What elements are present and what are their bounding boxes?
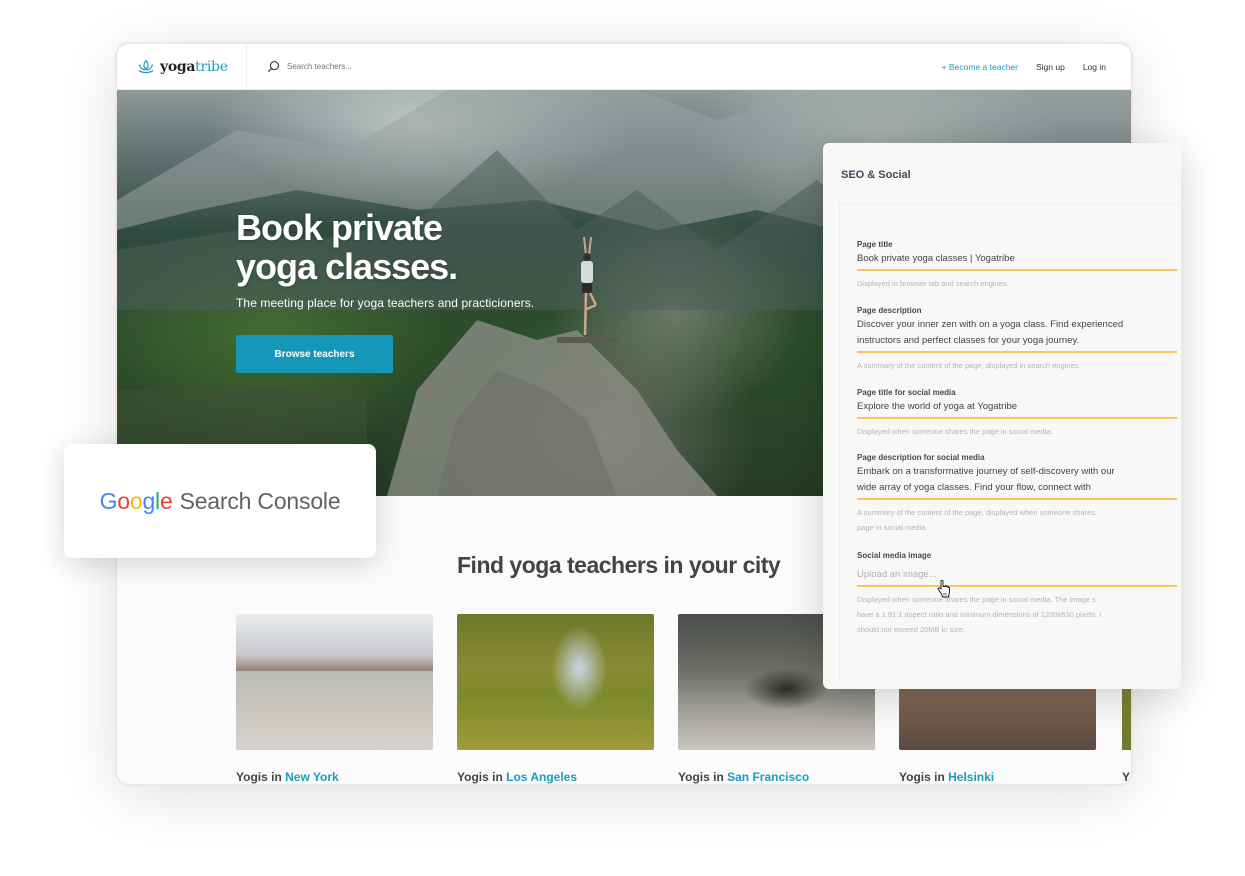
hero-title: Book private yoga classes. <box>236 207 458 287</box>
field-help: Displayed when someone shares the page i… <box>857 595 1102 634</box>
city-label[interactable]: Yogis in New York <box>236 770 433 784</box>
page-title-input[interactable]: Book private yoga classes | Yogatribe <box>857 251 1177 271</box>
field-help: A summary of the content of the page, di… <box>857 361 1081 370</box>
city-label[interactable]: Yogis in Los Angeles <box>457 770 654 784</box>
nav-links: + Become a teacher Sign up Log in <box>942 62 1131 72</box>
social-image-upload[interactable]: Upload an image... <box>857 567 1177 587</box>
hero-subtitle: The meeting place for yoga teachers and … <box>236 296 535 310</box>
field-label: Social media image <box>857 551 932 560</box>
hero-content: Book private yoga classes. The meeting p… <box>236 208 534 373</box>
city-label-partial[interactable]: Y <box>1122 770 1130 784</box>
hand-pointer-icon <box>937 580 950 598</box>
social-description-input[interactable]: Embark on a transformative journey of se… <box>857 464 1177 500</box>
social-image-field: Social media image Upload an image... Di… <box>857 551 1177 637</box>
field-help: A summary of the content of the page, di… <box>857 508 1096 532</box>
google-search-console-card: Google Search Console <box>64 444 376 558</box>
field-label: Page description <box>857 306 922 315</box>
city-image[interactable] <box>236 614 433 750</box>
social-description-field: Page description for social media Embark… <box>857 453 1177 535</box>
sign-up-link[interactable]: Sign up <box>1036 62 1065 72</box>
city-label[interactable]: Yogis in Helsinki <box>899 770 1096 784</box>
field-label: Page description for social media <box>857 453 985 462</box>
become-teacher-link[interactable]: + Become a teacher <box>942 62 1018 72</box>
field-help: Displayed when someone shares the page i… <box>857 427 1053 436</box>
city-card-los-angeles[interactable]: Yogis in Los Angeles <box>457 614 654 784</box>
field-help: Displayed in browser tab and search engi… <box>857 279 1009 288</box>
city-card-new-york[interactable]: Yogis in New York <box>236 614 433 784</box>
field-label: Page title for social media <box>857 388 956 397</box>
city-label[interactable]: Yogis in San Francisco <box>678 770 875 784</box>
page-description-field: Page description Discover your inner zen… <box>857 306 1177 373</box>
navbar: yogatribe + Become a teacher Sign up Log… <box>117 44 1131 90</box>
seo-panel-title: SEO & Social <box>841 169 911 181</box>
seo-social-panel: SEO & Social Page title Book private yog… <box>823 143 1181 689</box>
browse-teachers-button[interactable]: Browse teachers <box>236 335 393 373</box>
social-title-field: Page title for social media Explore the … <box>857 388 1177 439</box>
logo[interactable]: yogatribe <box>117 44 247 90</box>
logo-text: yogatribe <box>160 58 228 75</box>
social-title-input[interactable]: Explore the world of yoga at Yogatribe <box>857 399 1177 419</box>
log-in-link[interactable]: Log in <box>1083 62 1106 72</box>
page-description-input[interactable]: Discover your inner zen with on a yoga c… <box>857 317 1177 353</box>
yogi-figure <box>581 236 598 336</box>
field-label: Page title <box>857 240 893 249</box>
search-icon <box>267 60 280 73</box>
google-search-console-logo: Google Search Console <box>99 487 341 514</box>
lotus-icon <box>138 59 154 73</box>
page-title-field: Page title Book private yoga classes | Y… <box>857 240 1177 291</box>
search-bar <box>267 60 487 73</box>
search-input[interactable] <box>287 62 487 71</box>
city-image[interactable] <box>457 614 654 750</box>
cities-section-title: Find yoga teachers in your city <box>457 552 781 578</box>
